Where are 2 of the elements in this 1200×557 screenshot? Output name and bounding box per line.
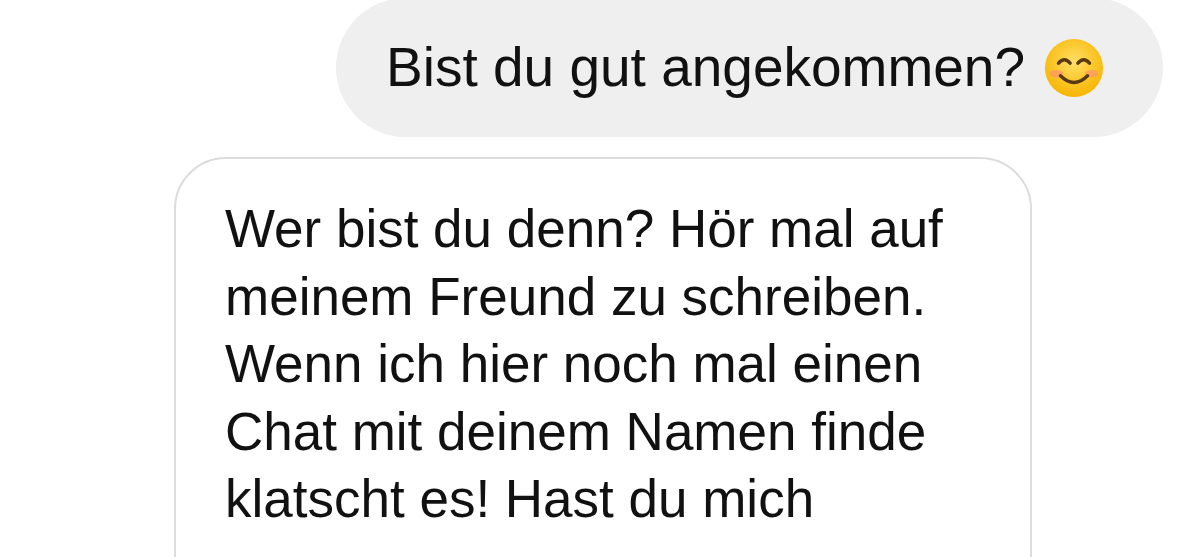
- message-text: Wer bist du denn? Hör mal auf meinem Freund zu schreiben. Wenn ich hier noch mal einen Chat mit deinem Namen finde klatscht es! Hast du mich: [225, 198, 944, 530]
- message-text: Bist du gut angekommen?: [386, 35, 1025, 101]
